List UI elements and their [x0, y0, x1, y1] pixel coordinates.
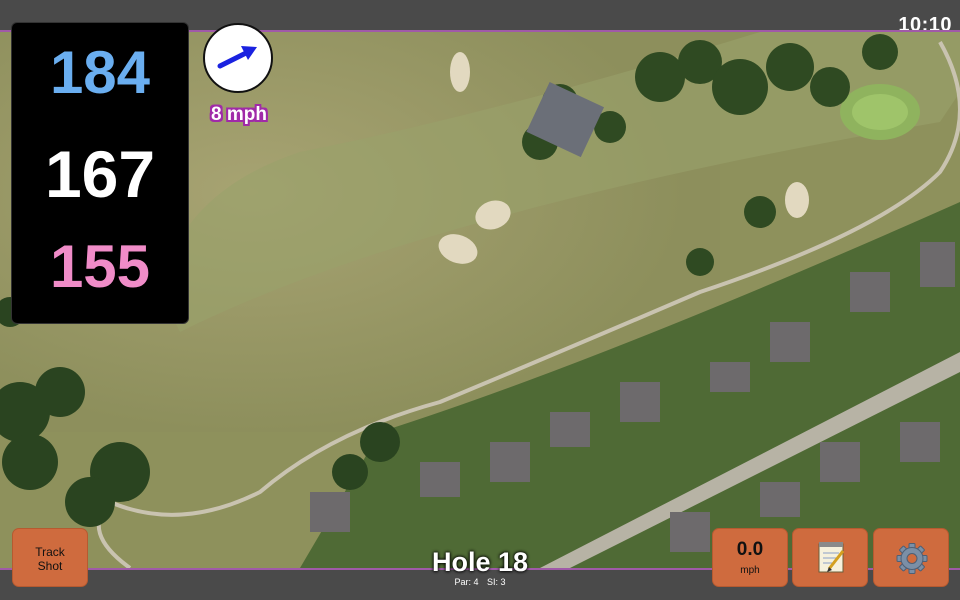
speed-unit: mph [740, 565, 760, 576]
front-distance: 155 [49, 233, 151, 300]
wind-speed-label: 8 mph [211, 104, 267, 125]
hole-info: Par: 4 SI: 3 [380, 577, 580, 587]
notes-button[interactable] [792, 528, 868, 587]
track-shot-label-line2: Shot [37, 559, 63, 573]
track-shot-button[interactable]: Track Shot [12, 528, 88, 587]
settings-button[interactable] [873, 528, 949, 587]
track-shot-label-line1: Track [35, 545, 65, 559]
back-distance: 184 [49, 39, 151, 106]
hole-par: Par: 4 [454, 577, 479, 587]
speed-value: 0.0 [736, 539, 764, 560]
wind-direction-arrow-icon [217, 46, 257, 69]
hole-title: Hole 18 [431, 547, 529, 577]
hole-stroke-index: SI: 3 [487, 577, 506, 587]
distance-panel: 184 167 155 [11, 22, 189, 324]
gear-icon [896, 543, 928, 574]
speed-button[interactable]: 0.0 mph [712, 528, 788, 587]
notepad-icon [818, 542, 845, 573]
wind-indicator [203, 23, 273, 93]
middle-distance: 167 [44, 137, 156, 211]
